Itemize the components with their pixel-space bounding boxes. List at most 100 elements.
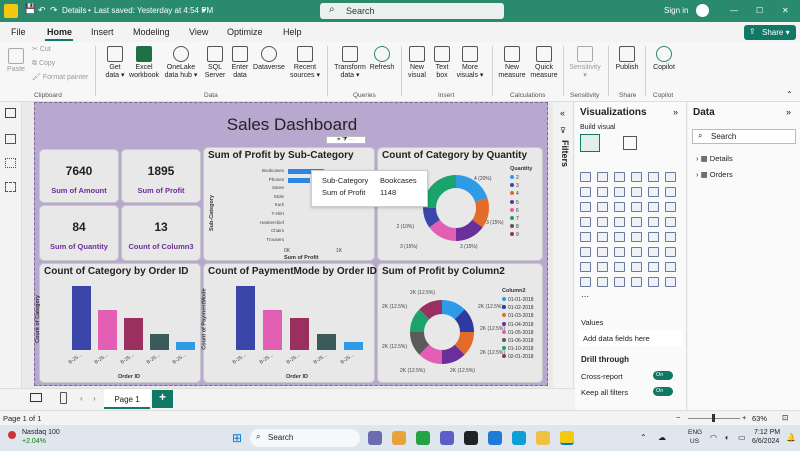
zoom-out-icon[interactable]: − <box>676 413 680 422</box>
visual-type-icon[interactable] <box>597 232 608 242</box>
text-box-button[interactable]: Text box <box>431 46 453 80</box>
visual-type-icon[interactable] <box>614 277 625 287</box>
visual-type-icon[interactable] <box>631 262 642 272</box>
task-view-icon[interactable] <box>368 431 382 445</box>
menu-insert[interactable]: Insert <box>91 27 114 37</box>
visual-type-icon[interactable] <box>665 247 676 257</box>
cross-report-toggle[interactable]: On <box>653 371 673 380</box>
cut-button[interactable]: ✂ Cut <box>32 46 51 54</box>
keep-filters-toggle[interactable]: On <box>653 387 673 396</box>
visual-type-icon[interactable] <box>614 202 625 212</box>
language-code[interactable]: ENG <box>688 429 702 436</box>
sensitivity-button[interactable]: Sensitivity ▾ <box>566 46 604 80</box>
visual-type-icon[interactable] <box>665 172 676 182</box>
kpi-card-column3[interactable]: 13 Count of Column3 <box>121 205 201 261</box>
visual-type-icon[interactable] <box>648 202 659 212</box>
table-item-orders[interactable]: › ▦ Orders <box>696 170 733 179</box>
visual-type-icon[interactable] <box>597 202 608 212</box>
visual-type-icon[interactable] <box>648 172 659 182</box>
visual-type-icon[interactable] <box>648 247 659 257</box>
menu-help[interactable]: Help <box>283 27 302 37</box>
kpi-card-profit[interactable]: 1895 Sum of Profit <box>121 149 201 203</box>
mobile-layout-icon[interactable] <box>60 392 67 404</box>
visual-type-icon[interactable] <box>580 202 591 212</box>
more-icon[interactable]: ⋯ <box>581 292 589 301</box>
expand-icon[interactable]: « <box>560 108 565 118</box>
edge-icon[interactable] <box>512 431 526 445</box>
visual-type-icon[interactable] <box>614 187 625 197</box>
share-button[interactable]: ⇪ Share ▾ <box>744 25 796 40</box>
refresh-button[interactable]: Refresh <box>368 46 396 72</box>
dax-query-icon[interactable] <box>5 182 16 192</box>
visual-type-icon[interactable] <box>631 277 642 287</box>
add-page-button[interactable]: + <box>152 390 173 408</box>
stock-name[interactable]: Nasdaq 100 <box>22 429 60 436</box>
menu-modeling[interactable]: Modeling <box>133 27 170 37</box>
format-visual-tab[interactable] <box>623 136 637 150</box>
visual-type-icon[interactable] <box>580 232 591 242</box>
visual-type-icon[interactable] <box>631 232 642 242</box>
new-visual-button[interactable]: New visual <box>404 46 430 80</box>
onedrive-icon[interactable]: ☁ <box>658 433 666 442</box>
visual-type-icon[interactable] <box>631 187 642 197</box>
visual-type-icon[interactable] <box>648 232 659 242</box>
new-measure-button[interactable]: New measure <box>496 46 528 80</box>
table-view-icon[interactable] <box>5 134 16 144</box>
chevron-down-icon[interactable]: ▾ <box>202 6 206 15</box>
visual-type-icon[interactable] <box>597 187 608 197</box>
visual-type-icon[interactable] <box>597 262 608 272</box>
redo-icon[interactable]: ↷ <box>50 5 58 16</box>
visual-type-icon[interactable] <box>648 217 659 227</box>
prev-page-icon[interactable]: ‹ <box>80 394 83 403</box>
zoom-in-icon[interactable]: + <box>742 413 746 422</box>
dataverse-button[interactable]: Dataverse <box>252 46 286 72</box>
visual-type-icon[interactable] <box>665 217 676 227</box>
last-saved[interactable]: Last saved: Yesterday at 4:54 PM <box>94 6 213 15</box>
menu-view[interactable]: View <box>189 27 208 37</box>
tray-chevron-icon[interactable]: ⌃ <box>640 433 647 442</box>
powerbi-taskbar-icon[interactable] <box>560 431 574 445</box>
kpi-card-quantity[interactable]: 84 Sum of Quantity <box>39 205 119 261</box>
whatsapp-icon[interactable] <box>416 431 430 445</box>
chart-profit-by-column2[interactable]: Sum of Profit by Column2 2K (12.5%) 2K (… <box>377 263 543 383</box>
visual-type-icon[interactable] <box>614 247 625 257</box>
menu-optimize[interactable]: Optimize <box>227 27 263 37</box>
visual-type-icon[interactable] <box>665 262 676 272</box>
mail-icon[interactable] <box>488 431 502 445</box>
visual-type-icon[interactable] <box>597 172 608 182</box>
recent-sources-button[interactable]: Recent sources ▾ <box>287 46 323 80</box>
visual-type-icon[interactable] <box>614 262 625 272</box>
data-search-input[interactable]: ⌕ Search <box>692 129 796 144</box>
teams-icon[interactable] <box>440 431 454 445</box>
build-visual-tab[interactable] <box>580 134 600 152</box>
visual-type-icon[interactable] <box>614 217 625 227</box>
close-icon[interactable]: ✕ <box>782 6 789 15</box>
menu-file[interactable]: File <box>11 27 26 37</box>
visual-type-icon[interactable] <box>580 247 591 257</box>
visual-type-icon[interactable] <box>631 202 642 212</box>
clock-time[interactable]: 7:12 PM <box>754 429 780 436</box>
save-icon[interactable]: 💾 <box>24 4 36 15</box>
visual-type-icon[interactable] <box>665 277 676 287</box>
onelake-button[interactable]: OneLake data hub ▾ <box>162 46 200 80</box>
quick-measure-button[interactable]: Quick measure <box>529 46 559 80</box>
visual-type-icon[interactable] <box>597 277 608 287</box>
sign-in-link[interactable]: Sign in <box>664 6 688 15</box>
paste-button[interactable]: Paste <box>5 48 27 74</box>
excel-workbook-button[interactable]: Excel workbook <box>128 46 160 80</box>
undo-icon[interactable]: ↶ <box>38 5 46 16</box>
next-page-icon[interactable]: › <box>93 394 96 403</box>
visual-type-icon[interactable] <box>631 217 642 227</box>
tiktok-icon[interactable] <box>464 431 478 445</box>
visual-type-icon[interactable] <box>614 172 625 182</box>
copilot-button[interactable]: Copilot <box>649 46 679 72</box>
enter-data-button[interactable]: Enter data <box>229 46 251 80</box>
chart-paymentmode-by-orderid[interactable]: Count of PaymentMode by Order ID Count o… <box>202 263 377 383</box>
visual-type-icon[interactable] <box>580 187 591 197</box>
visual-type-icon[interactable] <box>648 187 659 197</box>
visual-type-icon[interactable] <box>648 277 659 287</box>
model-view-icon[interactable] <box>5 158 16 168</box>
visual-type-icon[interactable] <box>580 277 591 287</box>
visual-type-icon[interactable] <box>665 187 676 197</box>
visual-type-icon[interactable] <box>580 172 591 182</box>
